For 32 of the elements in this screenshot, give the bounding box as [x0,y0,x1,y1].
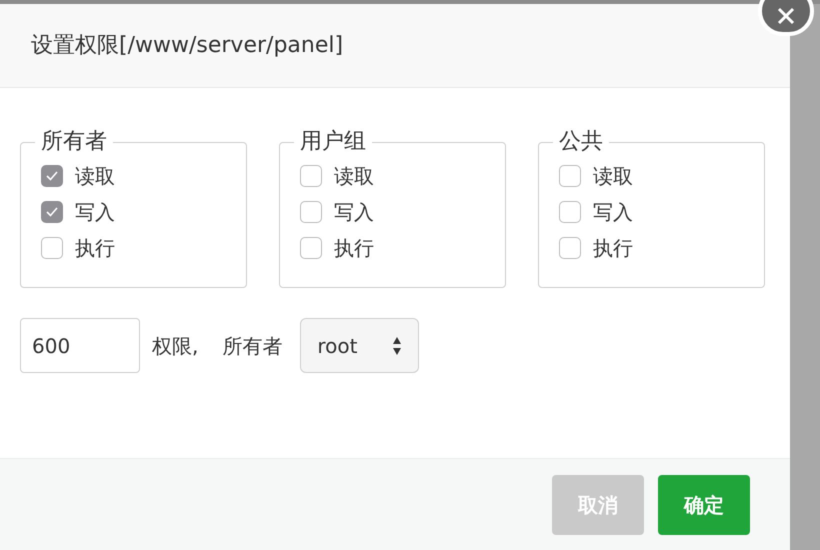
select-value: root [317,332,358,360]
close-icon [776,6,796,26]
checkbox[interactable] [300,165,322,187]
checkmark-icon [46,171,58,181]
option-label: 执行 [75,236,115,260]
checkmark-icon [46,207,58,217]
group-legend: 所有者 [35,128,113,156]
checkbox[interactable] [300,201,322,223]
checkbox[interactable] [41,201,63,223]
updown-icon [392,336,402,356]
mode-input[interactable]: 600 [20,318,140,373]
checkbox[interactable] [41,165,63,187]
checkbox[interactable] [559,237,581,259]
option-label: 执行 [334,236,374,260]
option-label: 写入 [75,200,115,224]
owner-label: 所有者 [222,332,282,360]
group-legend: 用户组 [294,128,372,156]
option-label: 写入 [593,200,633,224]
option-label: 读取 [75,164,115,188]
option-label: 读取 [334,164,374,188]
checkbox[interactable] [559,201,581,223]
group-legend: 公共 [553,128,609,156]
owner-select[interactable]: root [300,318,420,373]
checkbox[interactable] [559,165,581,187]
dialog-title: 设置权限[/www/server/panel] [31,32,344,60]
close-button[interactable] [758,0,814,36]
option-label: 写入 [334,200,374,224]
mode-suffix: 权限, [152,332,198,360]
option-label: 读取 [593,164,633,188]
checkbox[interactable] [300,237,322,259]
option-label: 执行 [593,236,633,260]
checkbox[interactable] [41,237,63,259]
